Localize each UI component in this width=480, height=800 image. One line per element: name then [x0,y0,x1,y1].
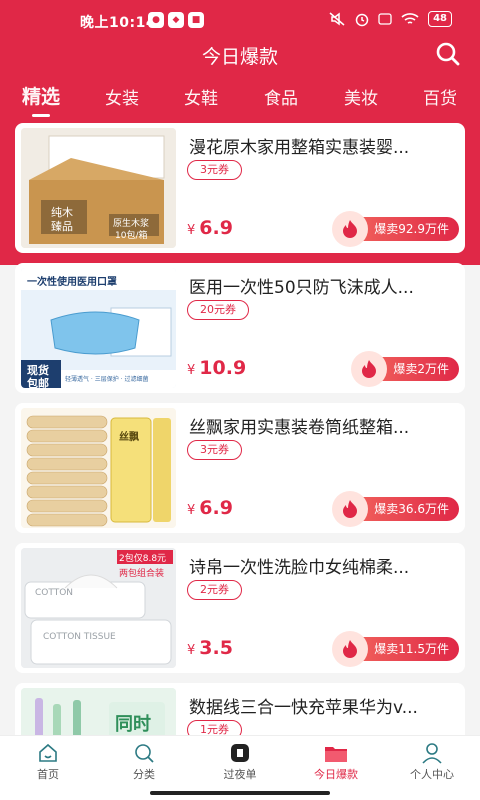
coupon-badge: 20元券 [187,300,249,320]
flame-icon [351,351,388,387]
category-tabs: 精选 女装 女鞋 食品 美妆 百货 [0,80,480,120]
nav-home[interactable]: 首页 [0,742,96,782]
product-card[interactable]: 一次性使用医用口罩 现货 包邮 轻薄透气 · 三层保护 · 过滤细菌 医用一次性… [15,263,465,393]
user-icon [422,743,442,764]
product-card[interactable]: 纯木 臻品 原生木浆 10包/箱 漫花原木家用整箱实惠装婴... 3元券 ¥6.… [15,123,465,253]
product-list: 纯木 臻品 原生木浆 10包/箱 漫花原木家用整箱实惠装婴... 3元券 ¥6.… [0,123,480,735]
product-image: 2包仅8.8元 两包组合装 COTTON COTTON TISSUE [21,548,176,668]
product-title: 漫花原木家用整箱实惠装婴... [189,138,410,158]
tab-food[interactable]: 食品 [264,84,298,109]
status-system-icons: 48 [328,11,452,27]
tab-womens-clothing[interactable]: 女装 [105,84,139,109]
product-image: 一次性使用医用口罩 现货 包邮 轻薄透气 · 三层保护 · 过滤细菌 [21,268,176,388]
active-tab-indicator [32,114,50,117]
product-price: ¥6.9 [187,217,233,239]
alarm-icon [355,13,369,27]
search-icon[interactable] [434,40,462,68]
mute-icon [329,12,345,26]
flame-icon [332,491,369,527]
product-image: 同时 [21,688,176,735]
wifi-icon [401,13,419,24]
app-header: 今日爆款 [0,36,480,72]
flame-icon [332,211,369,247]
product-title: 丝飘家用实惠装卷筒纸整箱... [189,418,410,438]
sales-badge: 爆卖92.9万件 [332,211,459,247]
tab-beauty[interactable]: 美妆 [344,84,378,109]
app-notification-icon: ■ [188,12,204,28]
product-price: ¥6.9 [187,497,233,519]
product-card[interactable]: 同时 数据线三合一快充苹果华为v... 1元券 [15,683,465,735]
product-title: 医用一次性50只防飞沫成人... [189,278,414,298]
hd-icon [378,13,392,25]
product-card[interactable]: 2包仅8.8元 两包组合装 COTTON COTTON TISSUE 诗帛一次性… [15,543,465,673]
battery-indicator: 48 [428,11,452,27]
status-time: 晚上10:14 [80,15,157,31]
status-notification-icons: ● ◆ ■ [148,12,204,28]
coupon-badge: 2元券 [187,580,242,600]
folder-icon [325,747,347,762]
search-icon [135,744,154,763]
nav-today-hot[interactable]: 今日爆款 [288,742,384,782]
nav-category[interactable]: 分类 [96,742,192,782]
product-image: 纯木 臻品 原生木浆 10包/箱 [21,128,176,248]
nav-profile[interactable]: 个人中心 [384,742,480,782]
nav-overnight[interactable]: 过夜单 [192,742,288,782]
product-price: ¥3.5 [187,637,233,659]
product-image: 丝飘 [21,408,176,528]
product-card[interactable]: 丝飘 丝飘家用实惠装卷筒纸整箱... 3元券 ¥6.9 爆卖36.6万件 [15,403,465,533]
home-indicator[interactable] [150,791,330,795]
home-icon [39,743,57,762]
bottom-navigation: 首页 分类 过夜单 今日爆款 个人中心 [0,735,480,785]
tab-general-goods[interactable]: 百货 [423,84,457,109]
sales-badge: 爆卖11.5万件 [332,631,459,667]
coupon-badge: 1元券 [187,720,242,735]
page-title: 今日爆款 [201,46,278,68]
sales-badge: 爆卖2万件 [351,351,459,387]
app-notification-icon: ● [148,12,164,28]
coupon-badge: 3元券 [187,440,242,460]
product-title: 数据线三合一快充苹果华为v... [189,698,418,718]
system-home-bar [0,785,480,800]
flame-icon [332,631,369,667]
status-bar: 晚上10:14 ● ◆ ■ 48 [0,0,480,40]
tab-featured[interactable]: 精选 [22,82,60,117]
sales-badge: 爆卖36.6万件 [332,491,459,527]
overnight-icon [231,744,249,762]
app-notification-icon: ◆ [168,12,184,28]
product-title: 诗帛一次性洗脸巾女纯棉柔... [189,558,410,578]
tab-womens-shoes[interactable]: 女鞋 [184,84,218,109]
coupon-badge: 3元券 [187,160,242,180]
product-price: ¥10.9 [187,357,247,379]
